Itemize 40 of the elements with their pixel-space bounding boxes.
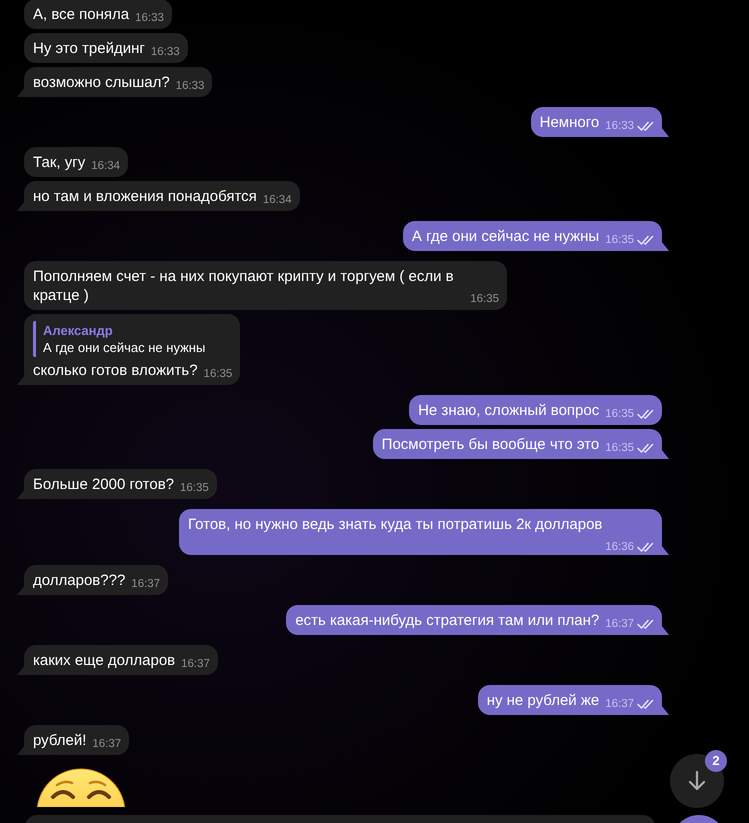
message-text: Посмотреть бы вообще что это bbox=[382, 436, 600, 453]
arrow-down-icon bbox=[687, 770, 707, 792]
message-time: 16:37 bbox=[605, 697, 634, 711]
message-text: ну не рублей же bbox=[486, 692, 600, 709]
message-text: рублей! bbox=[33, 732, 86, 749]
reply-author-name: Александр bbox=[43, 322, 114, 339]
message-text: Ну это трейдинг bbox=[33, 40, 145, 57]
message-text: А, все поняла bbox=[33, 6, 130, 23]
message-time: 16:35 bbox=[605, 407, 634, 421]
message-time: 16:34 bbox=[91, 159, 120, 173]
message-time: 16:37 bbox=[605, 617, 634, 631]
message-text: Не знаю, сложный вопрос bbox=[418, 402, 600, 419]
quoted-message-text: А где они сейчас не нужны bbox=[43, 339, 206, 356]
message-text: А где они сейчас не нужны bbox=[412, 228, 600, 245]
message-text: каких еще долларов bbox=[33, 652, 176, 669]
message-time: 16:36 bbox=[605, 540, 634, 554]
message-time: 16:35 bbox=[180, 481, 209, 495]
message-time: 16:35 bbox=[605, 233, 634, 247]
message-text: сколько готов вложить? bbox=[33, 362, 198, 379]
message-text: Немного bbox=[540, 114, 600, 131]
message-time: 16:35 bbox=[605, 441, 634, 455]
message-time: 16:33 bbox=[605, 119, 634, 133]
message-time: 16:34 bbox=[262, 193, 292, 207]
message-text: возможно слышал? bbox=[33, 74, 170, 91]
message-text: Готов, но нужно ведь знать куда ты потратишь 2к долларов bbox=[188, 516, 602, 533]
message-time: 16:35 bbox=[470, 292, 499, 306]
message-time: 16:33 bbox=[176, 79, 204, 93]
message-time: 16:37 bbox=[131, 577, 160, 591]
message-text: Так, угу bbox=[33, 154, 86, 171]
message-time: 16:33 bbox=[150, 45, 180, 59]
message-time: 16:37 bbox=[92, 737, 122, 751]
message-time: 16:33 bbox=[135, 11, 164, 25]
message-text: Больше 2000 готов? bbox=[33, 476, 174, 493]
message-time: 16:37 bbox=[181, 657, 210, 671]
unread-count-badge: 2 bbox=[705, 750, 727, 772]
message-text: есть какая-нибудь стратегия там или план? bbox=[295, 612, 600, 629]
message-time: 16:35 bbox=[204, 367, 232, 381]
message-text: Пополняем счет - на них покупают крипту и торгуем ( если в кратце ) bbox=[33, 268, 454, 304]
message-text: долларов??? bbox=[33, 572, 126, 589]
message-text: но там и вложения понадобятся bbox=[33, 188, 257, 205]
